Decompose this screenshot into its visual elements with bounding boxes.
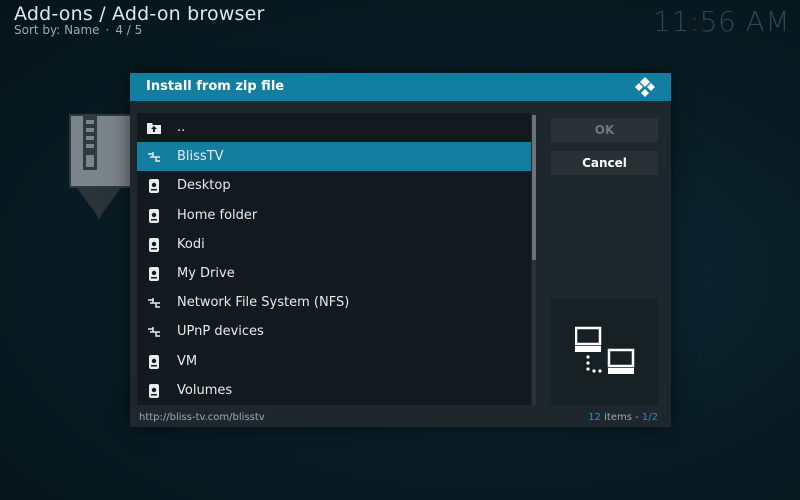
network-computers-icon bbox=[575, 326, 635, 374]
sort-info: Sort by: Name · 4 / 5 bbox=[14, 23, 142, 37]
list-item-label: Network File System (NFS) bbox=[177, 295, 350, 310]
list-item-label: Desktop bbox=[177, 178, 231, 193]
list-item-upnp[interactable]: UPnP devices bbox=[137, 317, 531, 346]
drive-icon bbox=[145, 354, 163, 370]
clock: 11:56 AM bbox=[653, 5, 790, 38]
dialog-titlebar: Install from zip file bbox=[130, 73, 671, 101]
list-item-label: .. bbox=[177, 120, 186, 135]
drive-icon bbox=[145, 383, 163, 399]
drive-icon bbox=[145, 266, 163, 282]
ok-button[interactable]: OK bbox=[551, 118, 658, 142]
breadcrumb: Add-ons / Add-on browser bbox=[14, 3, 265, 25]
list-item-my-drive[interactable]: My Drive bbox=[137, 259, 531, 288]
cancel-button[interactable]: Cancel bbox=[551, 151, 658, 175]
list-item-blisstv[interactable]: BlissTV bbox=[137, 142, 531, 171]
kodi-logo-icon bbox=[635, 77, 655, 97]
network-icon bbox=[145, 324, 163, 340]
sort-label: Sort by: Name bbox=[14, 23, 100, 37]
list-item-label: Kodi bbox=[177, 237, 205, 252]
preview-panel bbox=[551, 298, 658, 405]
list-item-label: Home folder bbox=[177, 208, 258, 223]
network-icon bbox=[145, 149, 163, 165]
list-item-vm[interactable]: VM bbox=[137, 347, 531, 376]
list-item-label: My Drive bbox=[177, 266, 235, 281]
item-count-number: 12 bbox=[588, 412, 601, 423]
network-icon bbox=[145, 295, 163, 311]
page-indicator: 1/2 bbox=[641, 412, 658, 423]
zip-file-icon bbox=[69, 114, 133, 220]
list-item-parent[interactable]: .. bbox=[137, 113, 531, 142]
list-item-volumes[interactable]: Volumes bbox=[137, 376, 531, 405]
list-item-label: Volumes bbox=[177, 383, 233, 398]
item-count-dash: - bbox=[635, 412, 639, 423]
position-indicator: 4 / 5 bbox=[115, 23, 143, 37]
list-item-desktop[interactable]: Desktop bbox=[137, 171, 531, 200]
list-item-kodi[interactable]: Kodi bbox=[137, 230, 531, 259]
install-zip-dialog: Install from zip file .. BlissTV Desktop bbox=[130, 73, 671, 427]
item-count: 12 items - 1/2 bbox=[588, 412, 658, 423]
list-item-label: VM bbox=[177, 354, 198, 369]
item-count-label: items bbox=[604, 412, 632, 423]
current-path: http://bliss-tv.com/blisstv bbox=[139, 412, 265, 423]
drive-icon bbox=[145, 178, 163, 194]
drive-icon bbox=[145, 237, 163, 253]
scrollbar-thumb[interactable] bbox=[532, 115, 536, 260]
drive-icon bbox=[145, 208, 163, 224]
list-item-nfs[interactable]: Network File System (NFS) bbox=[137, 288, 531, 317]
separator: · bbox=[105, 23, 110, 37]
source-list[interactable]: .. BlissTV Desktop Home folder Kodi My D… bbox=[137, 113, 531, 405]
dialog-title: Install from zip file bbox=[146, 79, 285, 94]
folder-up-icon bbox=[145, 120, 163, 136]
list-item-label: UPnP devices bbox=[177, 324, 264, 339]
list-item-home-folder[interactable]: Home folder bbox=[137, 201, 531, 230]
list-item-label: BlissTV bbox=[177, 149, 224, 164]
